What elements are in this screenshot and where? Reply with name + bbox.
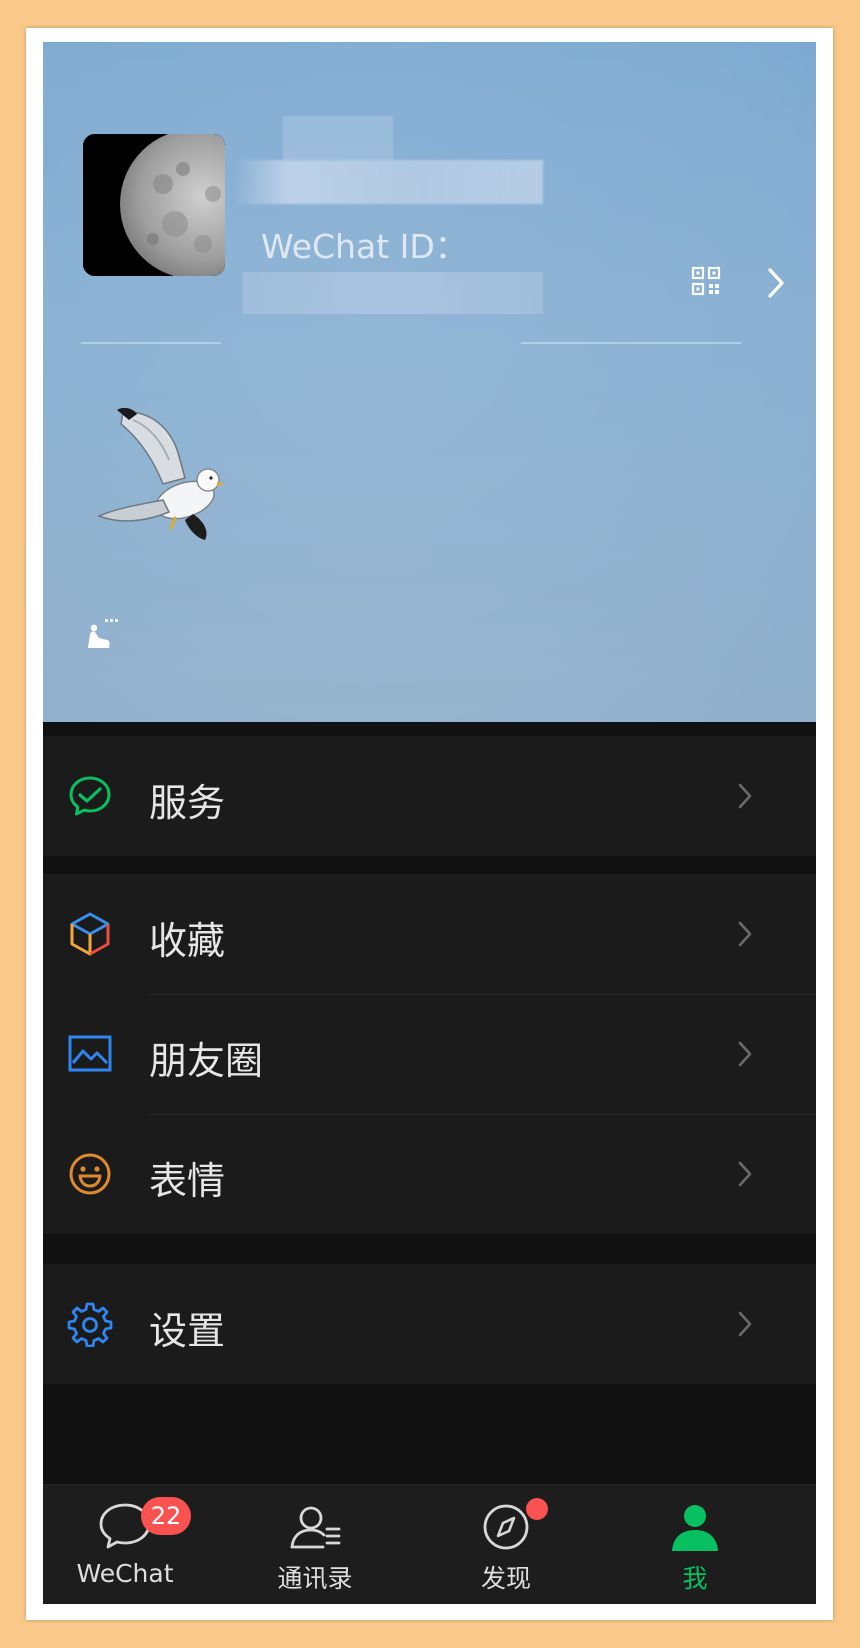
status-icon[interactable]: [85, 618, 119, 650]
qr-code-icon[interactable]: [691, 266, 721, 296]
nickname-redacted: [233, 160, 543, 204]
menu-item-stickers[interactable]: 表情: [43, 1114, 816, 1234]
chevron-right-icon: [738, 1311, 752, 1337]
menu-label-stickers: 表情: [149, 1159, 226, 1203]
menu-item-moments[interactable]: 朋友圈: [43, 994, 816, 1114]
menu-label-settings: 设置: [149, 1309, 226, 1353]
menu-item-services[interactable]: 服务: [43, 736, 816, 856]
tab-contacts[interactable]: 通讯录: [235, 1485, 395, 1604]
nickname-redacted-top: [283, 116, 393, 160]
contacts-icon: [290, 1506, 341, 1549]
menu-group-settings: 设置: [43, 1264, 816, 1384]
unread-badge: 22: [141, 1497, 191, 1535]
tab-discover[interactable]: 发现: [426, 1485, 586, 1604]
wechat-id-label: WeChat ID：: [261, 227, 468, 266]
menu-group-services: 服务: [43, 736, 816, 856]
menu-label-moments: 朋友圈: [149, 1039, 264, 1083]
bottom-tab-bar: 22 WeChat 通讯录 发现 我: [43, 1484, 816, 1604]
avatar[interactable]: [83, 134, 225, 276]
chevron-right-icon: [738, 783, 752, 809]
menu-label-favorites: 收藏: [149, 919, 226, 963]
tab-label-me: 我: [682, 1564, 708, 1593]
tab-label-contacts: 通讯录: [277, 1564, 353, 1593]
menu-item-settings[interactable]: 设置: [43, 1264, 816, 1384]
gear-icon: [67, 1302, 113, 1347]
tab-label-chats: WeChat: [76, 1559, 174, 1588]
chevron-right-icon: [738, 921, 752, 947]
wechat-id-redacted: [243, 272, 543, 314]
moon-avatar-image: [83, 134, 225, 276]
tab-me[interactable]: 我: [615, 1485, 775, 1604]
seagull-sticker: [97, 407, 223, 540]
profile-header[interactable]: WeChat ID：: [43, 42, 816, 722]
header-divider-right: [521, 342, 741, 344]
cube-icon: [70, 912, 110, 956]
tab-chats[interactable]: 22 WeChat: [45, 1485, 205, 1604]
person-icon: [672, 1505, 718, 1551]
header-divider-left: [81, 342, 221, 344]
new-content-dot: [526, 1498, 548, 1520]
profile-chevron-right-icon[interactable]: [765, 266, 787, 300]
services-icon: [69, 776, 111, 816]
smiley-icon: [69, 1153, 111, 1195]
tab-label-discover: 发现: [480, 1564, 531, 1593]
picture-icon: [68, 1035, 112, 1072]
chevron-right-icon: [738, 1041, 752, 1067]
menu-group-content: 收藏 朋友圈 表情: [43, 874, 816, 1234]
me-screen: WeChat ID： 服务 收藏 朋友圈 表情 设置 22 WeChat 通讯录…: [43, 42, 816, 1604]
chevron-right-icon: [738, 1161, 752, 1187]
menu-item-favorites[interactable]: 收藏: [43, 874, 816, 994]
menu-label-services: 服务: [149, 781, 226, 825]
